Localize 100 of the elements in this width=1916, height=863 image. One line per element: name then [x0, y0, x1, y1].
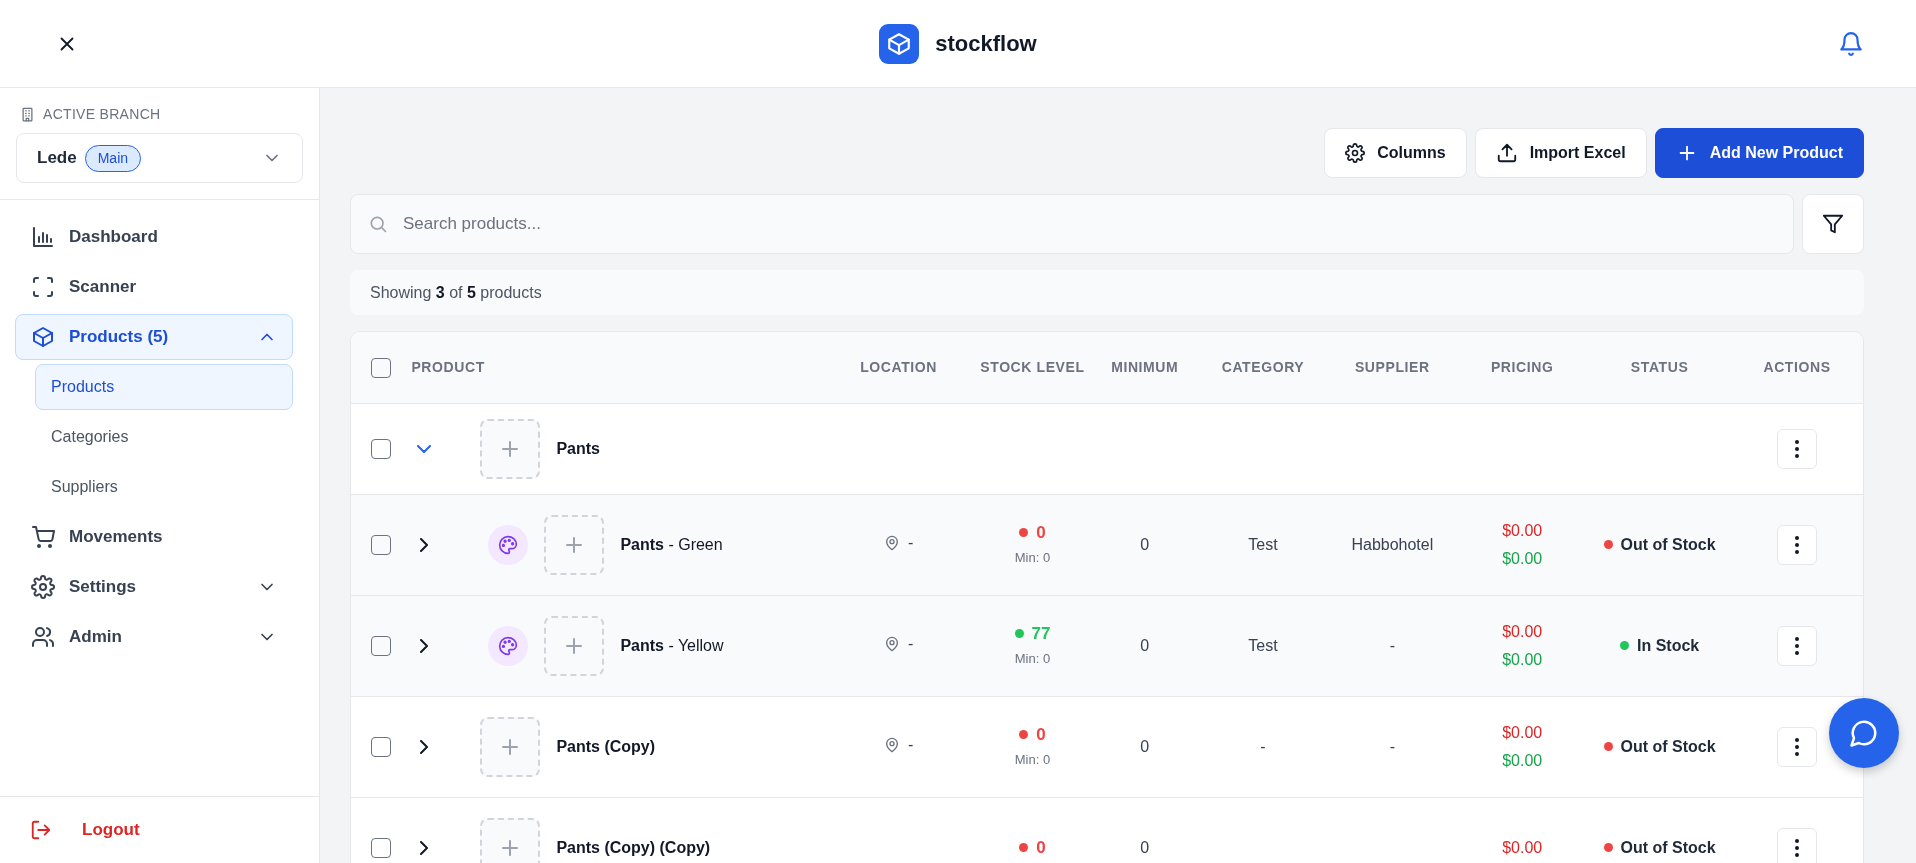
product-name: Pants - Yellow [620, 635, 724, 656]
chevron-right-icon [420, 840, 429, 855]
price-text: $0.00 [1502, 622, 1543, 640]
minimum-text: 0 [1140, 737, 1150, 755]
column-header: ACTIONS [1763, 358, 1831, 375]
chat-icon [1849, 718, 1879, 748]
stock-quantity: 0 [1036, 723, 1046, 746]
filter-icon [1822, 213, 1844, 235]
nav-item[interactable]: Admin [15, 614, 293, 660]
results-summary: Showing 3 of 5 products [370, 284, 542, 301]
map-pin-icon [883, 535, 900, 551]
product-name: Pants - Green [620, 534, 723, 555]
row-checkbox[interactable] [371, 838, 392, 859]
nav-item[interactable]: Settings [15, 564, 293, 610]
map-pin-icon [883, 636, 900, 652]
row-checkbox[interactable] [371, 439, 392, 460]
logout-button[interactable]: Logout [0, 796, 319, 863]
branch-selector[interactable]: Lede Main [16, 133, 303, 183]
more-icon [1795, 535, 1800, 554]
palette-icon [498, 534, 519, 555]
cost-text: $0.00 [1502, 650, 1543, 668]
product-name: Pants (Copy) (Copy) [556, 837, 711, 858]
toolbar-button[interactable]: Columns [1324, 128, 1467, 178]
product-name: Pants (Copy) [556, 736, 656, 757]
chevron-right-icon [420, 638, 429, 653]
supplier-text: - [1389, 737, 1395, 755]
cost-text: $0.00 [1502, 751, 1543, 769]
status-text: Out of Stock [1620, 534, 1716, 555]
more-icon [1795, 636, 1800, 655]
column-header: STOCK LEVEL [980, 358, 1085, 375]
location-text: - [907, 634, 914, 654]
price-text: $0.00 [1502, 521, 1543, 539]
status-text: Out of Stock [1620, 837, 1716, 858]
supplier-text: Habbohotel [1351, 535, 1434, 553]
stock-quantity: 0 [1036, 521, 1046, 544]
map-pin-icon [883, 737, 900, 753]
column-header: MINIMUM [1111, 358, 1179, 375]
row-checkbox[interactable] [371, 535, 392, 556]
upload-icon [1495, 142, 1518, 164]
select-all-checkbox[interactable] [371, 357, 392, 378]
category-text: - [1260, 737, 1266, 755]
row-actions-button[interactable] [1777, 726, 1818, 767]
category-text: Test [1248, 636, 1278, 654]
cube-icon [886, 30, 913, 57]
location-text: - [907, 735, 914, 755]
settings-icon [31, 575, 55, 599]
nav-subitem[interactable]: Categories [35, 414, 293, 460]
chevron-down-icon [417, 444, 432, 453]
more-icon [1795, 439, 1800, 458]
price-text: $0.00 [1502, 723, 1543, 741]
nav-item[interactable]: Movements [15, 514, 293, 560]
location-text: - [907, 533, 914, 553]
cost-text: $0.00 [1502, 549, 1543, 567]
nav-item[interactable]: Products (5) [15, 314, 293, 360]
section-heading: ACTIVE BRANCH [43, 105, 161, 124]
toolbar-button[interactable]: Import Excel [1474, 128, 1647, 178]
supplier-text: - [1389, 636, 1395, 654]
nav-item[interactable]: Dashboard [15, 214, 293, 260]
filter-button[interactable] [1802, 194, 1864, 254]
column-header: PRODUCT [411, 358, 485, 375]
product-name: Pants [556, 438, 600, 459]
column-header: STATUS [1630, 358, 1689, 375]
row-actions-button[interactable] [1777, 625, 1818, 666]
stock-minimum: Min: 0 [1014, 651, 1051, 667]
row-actions-button[interactable] [1777, 524, 1818, 565]
status-text: Out of Stock [1620, 736, 1716, 757]
cart-icon [31, 525, 55, 549]
more-icon [1795, 737, 1800, 756]
nav-subitem[interactable]: Products [35, 364, 293, 410]
row-actions-button[interactable] [1777, 428, 1818, 469]
column-header: LOCATION [860, 358, 938, 375]
building-icon [20, 107, 35, 122]
app-title: stockflow [935, 30, 1037, 58]
stock-minimum: Min: 0 [1014, 752, 1051, 768]
branch-name: Lede [37, 147, 77, 170]
row-actions-button[interactable] [1777, 827, 1818, 863]
column-header: CATEGORY [1221, 358, 1305, 375]
scan-icon [31, 275, 55, 299]
users-icon [31, 625, 55, 649]
logout-icon [30, 819, 52, 841]
minimum-text: 0 [1140, 535, 1150, 553]
column-header: PRICING [1490, 358, 1554, 375]
chevron-right-icon [420, 537, 429, 552]
bell-icon [1838, 30, 1864, 57]
price-text: $0.00 [1502, 838, 1543, 856]
category-text: Test [1248, 535, 1278, 553]
status-text: In Stock [1636, 635, 1700, 656]
nav-item[interactable]: Scanner [15, 264, 293, 310]
toolbar-button[interactable]: Add New Product [1654, 128, 1864, 178]
nav-subitem[interactable]: Suppliers [35, 464, 293, 510]
palette-icon [498, 635, 519, 656]
gear-icon [1345, 143, 1366, 163]
bar-chart-icon [31, 225, 55, 249]
row-checkbox[interactable] [371, 636, 392, 657]
search-field[interactable]: Search products... [350, 194, 1794, 254]
stock-quantity: 77 [1031, 622, 1051, 645]
stock-quantity: 0 [1036, 836, 1046, 859]
more-icon [1795, 838, 1800, 857]
minimum-text: 0 [1140, 838, 1150, 856]
row-checkbox[interactable] [371, 737, 392, 758]
